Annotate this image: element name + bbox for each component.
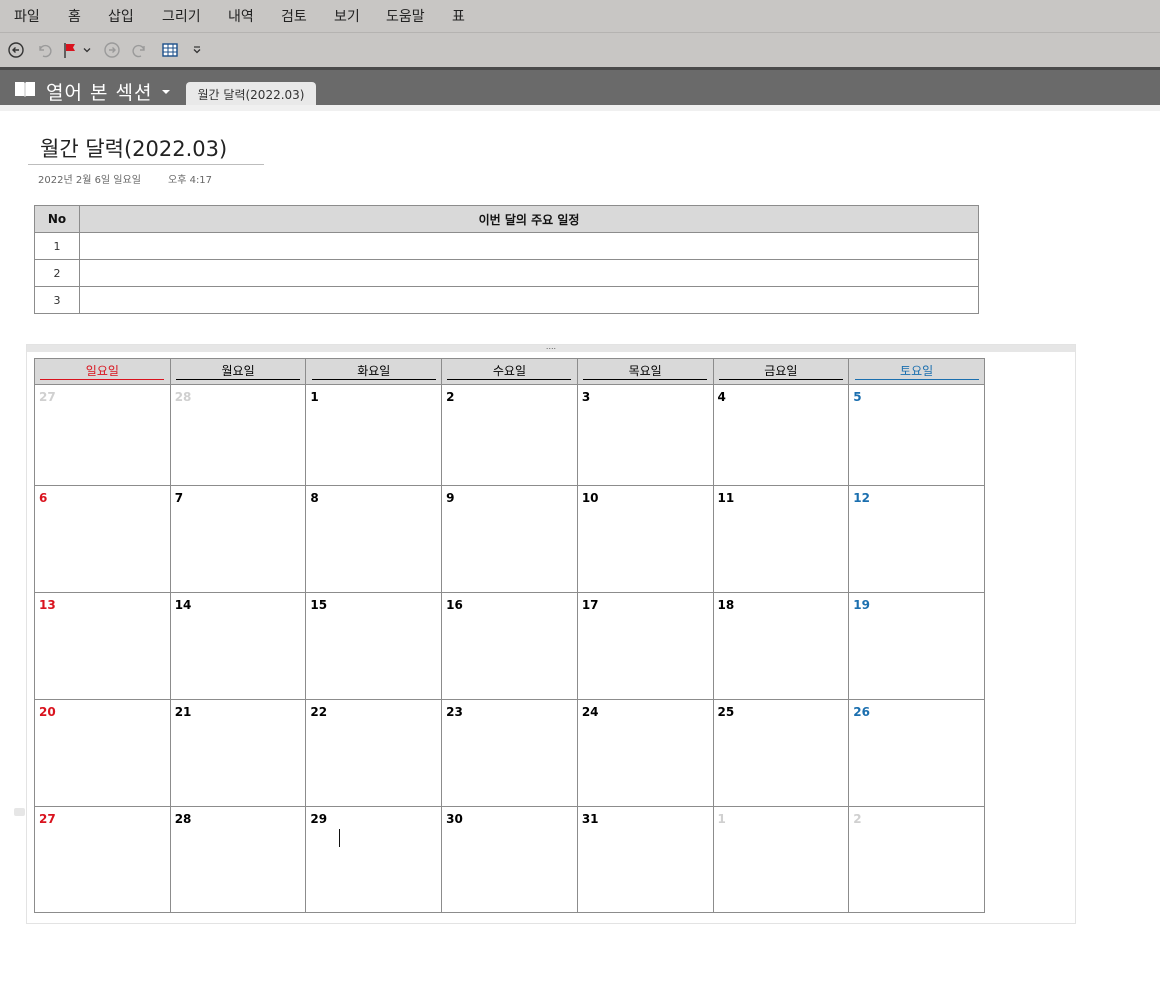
calendar-day[interactable]: 1: [305, 384, 443, 486]
calendar-table: 일요일 월요일 화요일 수요일 목요일 금요일 토요일 27 28 1 2 3 …: [34, 358, 985, 913]
move-handle[interactable]: ....: [27, 343, 1075, 352]
chevron-down-icon[interactable]: [80, 40, 94, 60]
calendar-day[interactable]: 28: [169, 384, 307, 486]
text-cursor: [339, 829, 340, 847]
calendar-week: 27 28 29 30 31 1 2: [34, 806, 985, 913]
notebook-icon[interactable]: [14, 80, 36, 102]
calendar-day[interactable]: 21: [169, 699, 307, 807]
menu-review[interactable]: 검토: [281, 6, 307, 26]
calendar-day[interactable]: 29: [305, 806, 443, 913]
schedule-no[interactable]: 2: [34, 259, 80, 287]
undo-icon[interactable]: [34, 40, 54, 60]
schedule-no[interactable]: 3: [34, 286, 80, 314]
table-row: 2: [34, 259, 979, 287]
calendar-day[interactable]: 2: [848, 806, 985, 913]
calendar-day[interactable]: 31: [576, 806, 714, 913]
day-header-sunday[interactable]: 일요일: [34, 358, 171, 385]
calendar-day[interactable]: 28: [169, 806, 307, 913]
calendar-day[interactable]: 14: [169, 592, 307, 700]
calendar-week: 13 14 15 16 17 18 19: [34, 592, 985, 700]
calendar-day[interactable]: 20: [34, 699, 171, 807]
calendar-day[interactable]: 7: [169, 485, 307, 593]
day-header-tuesday[interactable]: 화요일: [305, 358, 443, 385]
calendar-day[interactable]: 11: [712, 485, 850, 593]
calendar-day[interactable]: 18: [712, 592, 850, 700]
flag-icon[interactable]: [60, 40, 80, 60]
day-header-thursday[interactable]: 목요일: [576, 358, 714, 385]
calendar-week: 27 28 1 2 3 4 5: [34, 384, 985, 486]
calendar-day[interactable]: 13: [34, 592, 171, 700]
day-header-monday[interactable]: 월요일: [169, 358, 307, 385]
calendar-day[interactable]: 6: [34, 485, 171, 593]
calendar-day[interactable]: 23: [441, 699, 578, 807]
customize-toolbar-icon[interactable]: [190, 40, 204, 60]
back-icon[interactable]: [6, 40, 26, 60]
page-time: 오후 4:17: [168, 175, 213, 186]
page-title[interactable]: 월간 달력(2022.03): [40, 133, 227, 163]
schedule-header-events[interactable]: 이번 달의 주요 일정: [79, 205, 979, 233]
section-dropdown[interactable]: 열어 본 섹션: [46, 78, 152, 105]
table-row: 1: [34, 232, 979, 260]
calendar-day[interactable]: 19: [848, 592, 985, 700]
calendar-day[interactable]: 16: [441, 592, 578, 700]
schedule-header-no[interactable]: No: [34, 205, 80, 233]
menu-draw[interactable]: 그리기: [162, 6, 201, 26]
menu-home[interactable]: 홈: [68, 6, 81, 26]
menu-insert[interactable]: 삽입: [108, 6, 134, 26]
menu-file[interactable]: 파일: [14, 6, 40, 26]
calendar-day[interactable]: 8: [305, 485, 443, 593]
calendar-day[interactable]: 25: [712, 699, 850, 807]
schedule-text[interactable]: [79, 286, 979, 314]
menu-table[interactable]: 표: [452, 6, 465, 26]
redo-icon[interactable]: [130, 40, 150, 60]
calendar-day[interactable]: 1: [712, 806, 850, 913]
day-header-saturday[interactable]: 토요일: [848, 358, 985, 385]
table-icon[interactable]: [160, 40, 180, 60]
paragraph-handle[interactable]: [14, 808, 25, 816]
schedule-table: No 이번 달의 주요 일정 1 2 3: [34, 205, 979, 314]
schedule-text[interactable]: [79, 232, 979, 260]
day-header-friday[interactable]: 금요일: [712, 358, 850, 385]
page-date: 2022년 2월 6일 일요일: [38, 175, 141, 186]
schedule-no[interactable]: 1: [34, 232, 80, 260]
menu-history[interactable]: 내역: [228, 6, 254, 26]
day-header-wednesday[interactable]: 수요일: [441, 358, 578, 385]
divider: [0, 105, 1160, 111]
calendar-day[interactable]: 26: [848, 699, 985, 807]
quick-access-toolbar: [0, 33, 1160, 67]
section-bar: 열어 본 섹션 월간 달력(2022.03): [0, 67, 1160, 108]
calendar-week: 6 7 8 9 10 11 12: [34, 485, 985, 593]
forward-icon[interactable]: [102, 40, 122, 60]
schedule-text[interactable]: [79, 259, 979, 287]
calendar-day[interactable]: 17: [576, 592, 714, 700]
calendar-day[interactable]: 27: [34, 806, 171, 913]
calendar-day[interactable]: 5: [848, 384, 985, 486]
calendar-day[interactable]: 22: [305, 699, 443, 807]
menu-view[interactable]: 보기: [334, 6, 360, 26]
calendar-day[interactable]: 24: [576, 699, 714, 807]
calendar-day[interactable]: 15: [305, 592, 443, 700]
calendar-day[interactable]: 9: [441, 485, 578, 593]
menu-help[interactable]: 도움말: [386, 6, 425, 26]
calendar-week: 20 21 22 23 24 25 26: [34, 699, 985, 807]
calendar-day[interactable]: 10: [576, 485, 714, 593]
chevron-down-icon[interactable]: [160, 83, 172, 102]
table-row: 3: [34, 286, 979, 314]
calendar-day[interactable]: 2: [441, 384, 578, 486]
calendar-day[interactable]: 3: [576, 384, 714, 486]
menu-bar: 파일 홈 삽입 그리기 내역 검토 보기 도움말 표: [0, 0, 1160, 33]
calendar-day[interactable]: 27: [34, 384, 171, 486]
calendar-day[interactable]: 12: [848, 485, 985, 593]
calendar-day[interactable]: 4: [712, 384, 850, 486]
calendar-day[interactable]: 30: [441, 806, 578, 913]
title-underline: [28, 164, 264, 165]
